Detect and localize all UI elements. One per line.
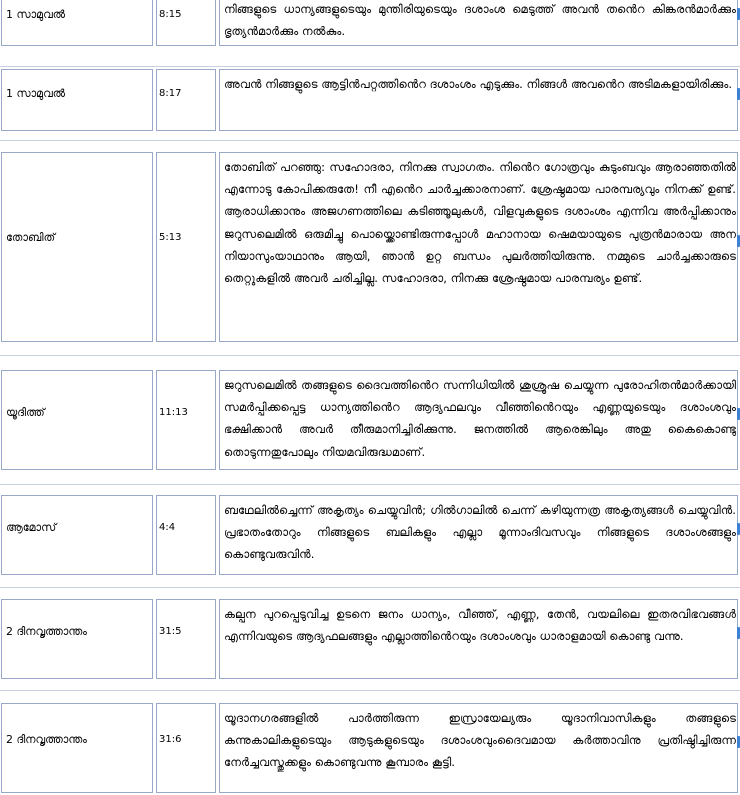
verse-search-results: { "rows": [ { "book": "1 സാമുവൽ", "ref":… (0, 0, 740, 793)
verse-cell: കല്പന പുറപ്പെടുവിച്ച ഉടനെ ജനം ധാന്യം, വീ… (219, 599, 738, 679)
verse-cell: യൂദാനഗരങ്ങളിൽ പാർത്തിരുന്ന ഇസ്രായേല്യരും… (219, 703, 738, 793)
book-name: യൂദിത്ത് (6, 406, 45, 419)
verse-text: കല്പന പുറപ്പെടുവിച്ച ഉടനെ ജനം ധാന്യം, വീ… (224, 607, 736, 644)
verse-cell: നിങ്ങളുടെ ധാന്യങ്ങളുടെയും മുന്തിരിയുടെയു… (219, 0, 738, 46)
reference-cell: 31:6 (156, 703, 216, 793)
chapter-verse: 5:13 (159, 232, 182, 243)
result-row: 2 ദിനവൃത്താന്തം 31:5 കല്പന പുറപ്പെടുവിച്ച … (0, 597, 740, 681)
result-row: ആമോസ് 4:4 ബഥേലിൽച്ചെന്ന് അകൃത്യം ചെയ്യുവിൻ… (0, 493, 740, 577)
result-row: 1 സാമുവൽ 8:17 അവൻ നിങ്ങളുടെ ആട്ടിൻപറ്റത്തി… (0, 67, 740, 133)
reference-cell: 4:4 (156, 495, 216, 575)
book-name: തോബിത് (6, 231, 56, 244)
reference-cell: 8:15 (156, 0, 216, 46)
row-separator (0, 140, 740, 141)
results-table: 1 സാമുവൽ 8:15 നിങ്ങളുടെ ധാന്യങ്ങളുടെയും മു… (0, 0, 740, 793)
verse-cell: ബഥേലിൽച്ചെന്ന് അകൃത്യം ചെയ്യുവിൻ; ഗിൽഗാല… (219, 495, 738, 575)
verse-text: യൂദാനഗരങ്ങളിൽ പാർത്തിരുന്ന ഇസ്രായേല്യരും… (224, 711, 736, 770)
verse-cell: അവൻ നിങ്ങളുടെ ആട്ടിൻപറ്റത്തിൻെറ ദശാംശം എ… (219, 69, 738, 131)
verse-text: തോബിത് പറഞ്ഞു: സഹോദരാ, നിനക്കു സ്വാഗതം. … (224, 160, 736, 286)
result-row: തോബിത് 5:13 തോബിത് പറഞ്ഞു: സഹോദരാ, നിനക്കു… (0, 150, 740, 344)
row-separator (0, 355, 740, 356)
chapter-verse: 11:13 (159, 407, 188, 418)
result-row: 1 സാമുവൽ 8:15 നിങ്ങളുടെ ധാന്യങ്ങളുടെയും മു… (0, 0, 740, 48)
chapter-verse: 31:6 (159, 734, 182, 745)
reference-cell: 8:17 (156, 69, 216, 131)
verse-text: ബഥേലിൽച്ചെന്ന് അകൃത്യം ചെയ്യുവിൻ; ഗിൽഗാല… (224, 503, 736, 562)
result-row: യൂദിത്ത് 11:13 ജറുസലെമിൽ തങ്ങളുടെ ദൈവത്തിൻ… (0, 368, 740, 472)
chapter-verse: 8:15 (159, 9, 182, 20)
chapter-verse: 31:5 (159, 626, 182, 637)
book-cell: 2 ദിനവൃത്താന്തം (1, 703, 153, 793)
result-row: 2 ദിനവൃത്താന്തം 31:6 യൂദാനഗരങ്ങളിൽ പാർത്തി… (0, 701, 740, 795)
book-cell: തോബിത് (1, 152, 153, 342)
book-name: 2 ദിനവൃത്താന്തം (6, 733, 87, 746)
verse-text: നിങ്ങളുടെ ധാന്യങ്ങളുടെയും മുന്തിരിയുടെയു… (224, 2, 736, 39)
chapter-verse: 4:4 (159, 522, 176, 533)
book-name: 1 സാമുവൽ (6, 87, 65, 100)
row-separator (0, 484, 740, 485)
reference-cell: 11:13 (156, 370, 216, 470)
verse-cell: ജറുസലെമിൽ തങ്ങളുടെ ദൈവത്തിൻെറ സന്നിധിയിൽ… (219, 370, 738, 470)
book-cell: യൂദിത്ത് (1, 370, 153, 470)
book-cell: 1 സാമുവൽ (1, 0, 153, 46)
book-name: 2 ദിനവൃത്താന്തം (6, 625, 87, 638)
book-cell: 2 ദിനവൃത്താന്തം (1, 599, 153, 679)
verse-text: ജറുസലെമിൽ തങ്ങളുടെ ദൈവത്തിൻെറ സന്നിധിയിൽ… (224, 378, 736, 459)
book-cell: 1 സാമുവൽ (1, 69, 153, 131)
verse-text: അവൻ നിങ്ങളുടെ ആട്ടിൻപറ്റത്തിൻെറ ദശാംശം എ… (224, 77, 733, 91)
reference-cell: 5:13 (156, 152, 216, 342)
book-name: 1 സാമുവൽ (6, 8, 65, 21)
chapter-verse: 8:17 (159, 88, 182, 99)
book-cell: ആമോസ് (1, 495, 153, 575)
verse-cell: തോബിത് പറഞ്ഞു: സഹോദരാ, നിനക്കു സ്വാഗതം. … (219, 152, 738, 342)
row-separator (0, 690, 740, 691)
row-separator (0, 587, 740, 588)
reference-cell: 31:5 (156, 599, 216, 679)
book-name: ആമോസ് (6, 521, 57, 534)
